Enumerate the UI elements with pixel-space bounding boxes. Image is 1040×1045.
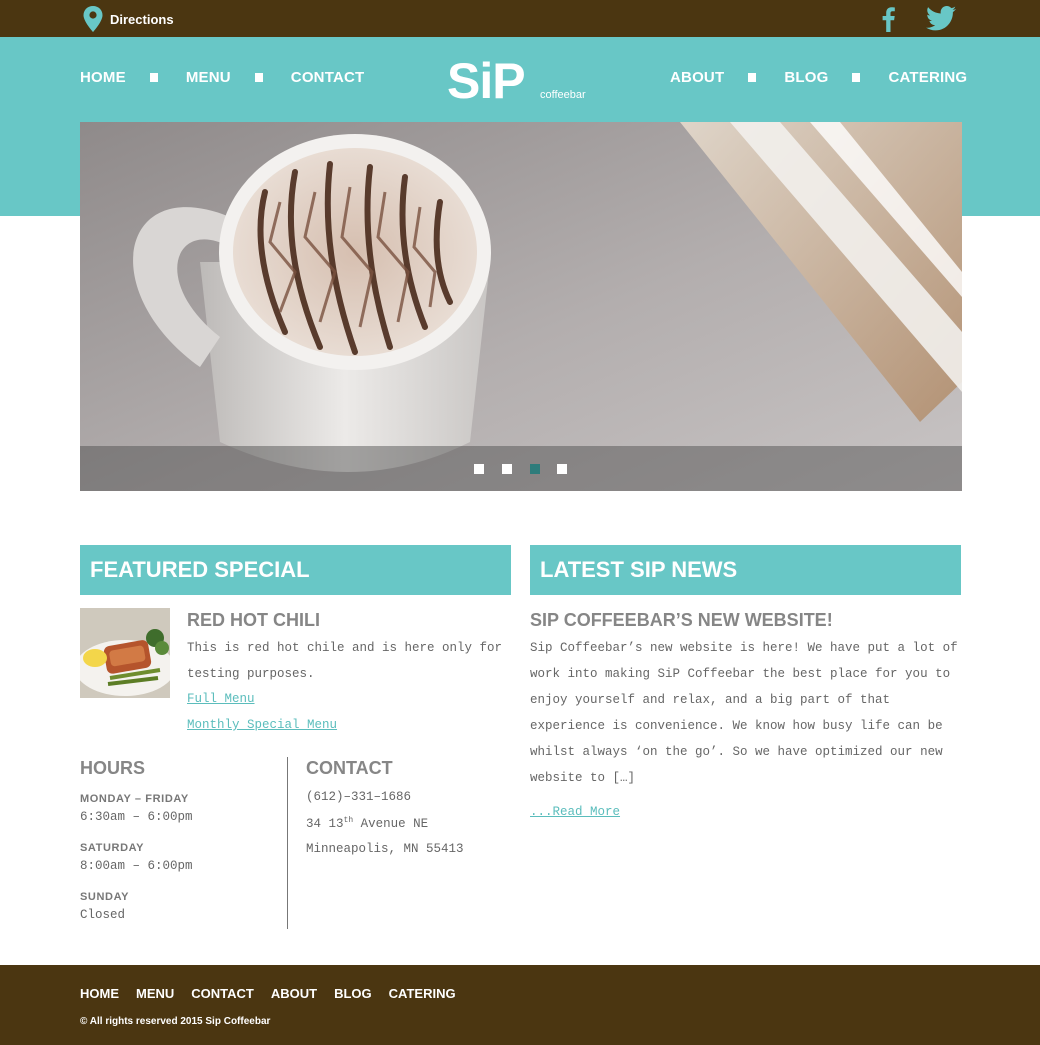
full-menu-link[interactable]: Full Menu	[187, 692, 255, 706]
hero-image	[80, 122, 962, 491]
hours-day: SATURDAY	[80, 842, 145, 854]
hero-slider[interactable]	[80, 122, 962, 491]
footer-nav-blog[interactable]: BLOG	[334, 986, 372, 1001]
directions-label: Directions	[110, 11, 174, 27]
read-more-link[interactable]: ...Read More	[530, 805, 620, 819]
special-title: RED HOT CHILI	[187, 610, 320, 630]
special-image	[80, 608, 170, 698]
twitter-link[interactable]	[926, 6, 956, 36]
nav-contact[interactable]: CONTACT	[291, 69, 365, 86]
main-nav-right: ABOUT BLOG CATERING	[670, 69, 967, 86]
footer: HOME MENU CONTACT ABOUT BLOG CATERING © …	[0, 965, 1040, 1045]
nav-separator	[149, 73, 158, 82]
nav-about[interactable]: ABOUT	[670, 69, 724, 86]
special-thumbnail[interactable]	[80, 608, 170, 698]
top-bar: Directions	[0, 0, 1040, 37]
slider-dot-active[interactable]	[530, 464, 540, 474]
hours-time: 6:30am – 6:00pm	[80, 810, 193, 824]
logo-main: SiP	[447, 58, 525, 102]
hours-day: SUNDAY	[80, 891, 130, 903]
footer-nav: HOME MENU CONTACT ABOUT BLOG CATERING	[80, 986, 473, 1001]
facebook-icon	[882, 7, 895, 33]
special-description: This is red hot chile and is here only f…	[187, 641, 503, 681]
contact-city: Minneapolis, MN 55413	[306, 842, 464, 856]
nav-blog[interactable]: BLOG	[784, 69, 828, 86]
map-pin-icon	[83, 6, 103, 32]
slider-dot[interactable]	[474, 464, 484, 474]
street-number: 34 13	[306, 817, 344, 832]
featured-special-heading: FEATURED SPECIAL	[80, 545, 511, 595]
street-suffix: th	[343, 816, 354, 825]
main-nav-left: HOME MENU CONTACT	[80, 69, 364, 86]
hours-day: MONDAY – FRIDAY	[80, 793, 189, 805]
news-post-title[interactable]: SIP COFFEEBAR’S NEW WEBSITE!	[530, 610, 833, 631]
nav-menu[interactable]: MENU	[186, 69, 231, 86]
nav-home[interactable]: HOME	[80, 69, 126, 86]
latest-news-heading: LATEST SIP NEWS	[530, 545, 961, 595]
nav-separator	[852, 73, 861, 82]
nav-catering[interactable]: CATERING	[888, 69, 967, 86]
news-post-excerpt: Sip Coffeebar’s new website is here! We …	[530, 641, 958, 785]
logo-sub: coffeebar	[540, 89, 586, 101]
contact-phone[interactable]: (612)–331–1686	[306, 790, 411, 804]
column-divider	[287, 757, 288, 929]
slider-pagination	[80, 446, 962, 491]
sip-logo[interactable]: SiP coffeebar	[447, 58, 599, 102]
contact-heading: CONTACT	[306, 758, 393, 778]
nav-separator	[254, 73, 263, 82]
copyright: © All rights reserved 2015 Sip Coffeebar	[80, 1016, 271, 1027]
monthly-special-menu-link[interactable]: Monthly Special Menu	[187, 718, 337, 732]
nav-separator	[748, 73, 757, 82]
street-name: Avenue NE	[353, 817, 429, 832]
contact-street: 34 13th Avenue NE	[306, 816, 428, 831]
footer-nav-contact[interactable]: CONTACT	[191, 986, 254, 1001]
facebook-link[interactable]	[879, 6, 897, 37]
hours-time: 8:00am – 6:00pm	[80, 859, 193, 873]
hours-time: Closed	[80, 908, 126, 922]
slider-dot[interactable]	[502, 464, 512, 474]
footer-nav-about[interactable]: ABOUT	[271, 986, 317, 1001]
hours-heading: HOURS	[80, 758, 146, 778]
twitter-icon	[926, 6, 956, 31]
footer-nav-menu[interactable]: MENU	[136, 986, 174, 1001]
directions-link[interactable]: Directions	[83, 6, 174, 32]
slider-dot[interactable]	[557, 464, 567, 474]
footer-nav-home[interactable]: HOME	[80, 986, 119, 1001]
footer-nav-catering[interactable]: CATERING	[389, 986, 456, 1001]
